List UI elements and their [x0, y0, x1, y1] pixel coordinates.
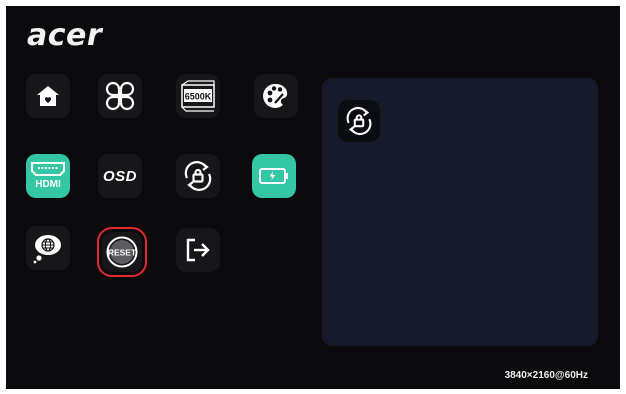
color-button[interactable]	[254, 74, 298, 118]
palette-icon	[263, 83, 288, 108]
reset-button[interactable]: RESET	[97, 227, 147, 277]
hdmi-label: HDMI	[35, 179, 61, 190]
osd-label: OSD	[102, 167, 137, 185]
input-button[interactable]: HDMI	[26, 154, 70, 198]
four-petal-icon	[105, 81, 135, 111]
color-temp-button[interactable]: 6500K	[176, 74, 220, 118]
acer-logo: acer	[27, 18, 103, 53]
hdmi-icon	[31, 162, 65, 176]
exit-button[interactable]	[176, 228, 220, 272]
home-button[interactable]	[26, 74, 70, 118]
reset-icon: RESET	[106, 236, 138, 268]
power-button[interactable]	[252, 154, 296, 198]
battery-icon	[259, 168, 288, 184]
osd-screen: acer 6500K HDMI OSD RESET 3840×2160@60Hz	[6, 6, 620, 389]
detail-panel-icon-tile	[338, 100, 380, 142]
exit-icon	[186, 238, 210, 262]
osd-button[interactable]: OSD	[98, 154, 142, 198]
reset-label: RESET	[108, 248, 137, 258]
color-temp-label: 6500K	[185, 92, 212, 102]
globe-bubble-icon	[33, 235, 61, 264]
lock-rotate-icon	[346, 106, 372, 136]
mode-button[interactable]	[98, 74, 142, 118]
color-temp-icon: 6500K	[181, 80, 215, 112]
language-button[interactable]	[26, 226, 70, 270]
osd-lock-button[interactable]	[176, 154, 220, 198]
resolution-readout: 3840×2160@60Hz	[504, 370, 588, 381]
home-icon	[37, 86, 59, 106]
detail-panel	[322, 78, 598, 346]
lock-rotate-icon	[184, 161, 212, 191]
